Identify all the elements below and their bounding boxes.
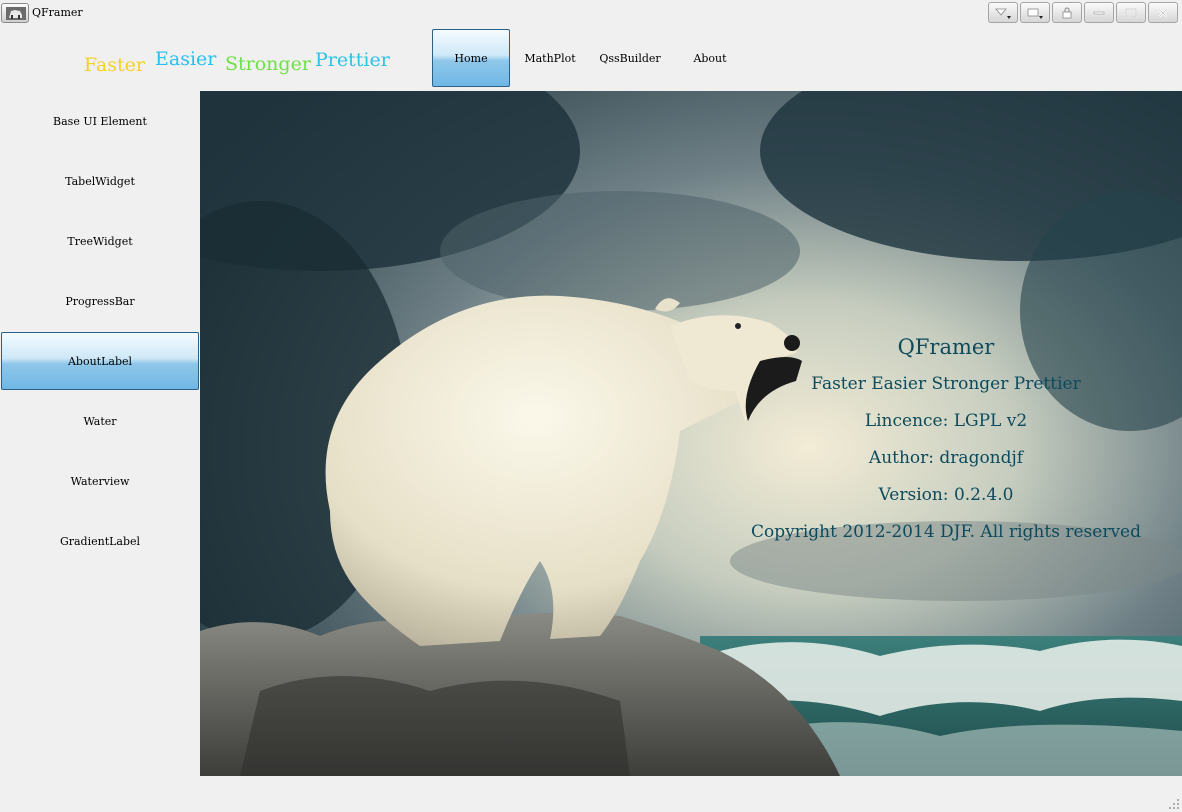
skin-dropdown-icon (995, 8, 1011, 19)
slogan-word: Faster (84, 54, 145, 76)
sidebar-item-water[interactable]: Water (0, 391, 200, 451)
tab-home[interactable]: Home (432, 29, 510, 87)
maximize-icon (1125, 7, 1137, 18)
sidebar-item-tabelwidget[interactable]: TabelWidget (0, 151, 200, 211)
about-panel: QFramer Faster Easier Stronger Prettier … (200, 91, 1182, 776)
sidebar-item-gradientlabel[interactable]: GradientLabel (0, 511, 200, 571)
minimize-icon (1093, 11, 1105, 14)
tab-about[interactable]: About (671, 29, 749, 87)
about-label: QFramer Faster Easier Stronger Prettier … (720, 329, 1172, 551)
settings-dropdown-icon (1027, 8, 1043, 19)
slogan-word: Stronger (225, 53, 311, 75)
about-copyright: Copyright 2012-2014 DJF. All rights rese… (751, 522, 1141, 542)
about-version: Version: 0.2.4.0 (878, 485, 1014, 505)
slogan-word: Easier (155, 48, 217, 70)
about-author: Author: dragondjf (868, 448, 1024, 468)
title-bar: QFramer (0, 0, 1182, 28)
sidebar-item-base-ui-element[interactable]: Base UI Element (0, 91, 200, 151)
close-icon (1158, 7, 1168, 18)
about-slogan: Faster Easier Stronger Prettier (811, 374, 1081, 394)
sidebar-item-aboutlabel[interactable]: AboutLabel (1, 332, 199, 390)
lock-icon (1062, 7, 1072, 18)
resize-grip-icon[interactable] (1168, 798, 1180, 810)
settings-dropdown-button[interactable] (1020, 2, 1050, 23)
close-button[interactable] (1148, 2, 1178, 23)
slogan-word: Prettier (315, 49, 390, 71)
tab-mathplot[interactable]: MathPlot (511, 29, 589, 87)
minimize-button[interactable] (1084, 2, 1114, 23)
slogan: Faster Easier Stronger Prettier (84, 44, 404, 84)
about-app-name: QFramer (897, 335, 995, 359)
window-controls (988, 2, 1178, 23)
app-menu-button[interactable] (1, 3, 29, 23)
maximize-button[interactable] (1116, 2, 1146, 23)
sidebar-item-treewidget[interactable]: TreeWidget (0, 211, 200, 271)
bear-icon (6, 7, 26, 20)
sidebar: Base UI Element TabelWidget TreeWidget P… (0, 91, 200, 611)
lock-button[interactable] (1052, 2, 1082, 23)
skin-dropdown-button[interactable] (988, 2, 1018, 23)
sidebar-item-progressbar[interactable]: ProgressBar (0, 271, 200, 331)
tab-qssbuilder[interactable]: QssBuilder (591, 29, 669, 87)
about-license: Lincence: LGPL v2 (864, 411, 1028, 431)
sidebar-item-waterview[interactable]: Waterview (0, 451, 200, 511)
window-title: QFramer (32, 6, 83, 19)
